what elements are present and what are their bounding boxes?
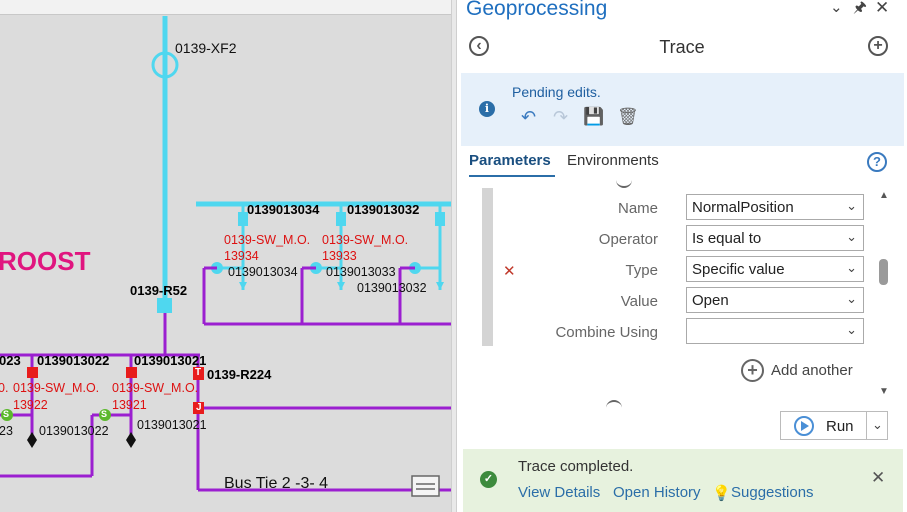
chevron-down-icon: ⌄ <box>846 291 857 306</box>
status-text: Trace completed. <box>518 458 634 475</box>
param-row-operator: Operator Is equal to ⌄ <box>482 225 880 253</box>
label-sw-21: 0139-SW_M.O. <box>112 381 199 395</box>
pane-title: Geoprocessing <box>466 0 608 20</box>
type-select[interactable]: Specific value ⌄ <box>686 256 864 282</box>
scroll-up-icon[interactable]: ▲ <box>879 190 889 201</box>
plus-icon: + <box>741 359 764 382</box>
run-button[interactable]: Run ⌄ <box>780 411 888 440</box>
label-xf2: 0139-XF2 <box>175 40 237 56</box>
label-fuse-34: 0139013034 <box>247 202 320 217</box>
tab-parameters[interactable]: Parameters <box>469 152 551 169</box>
value-select[interactable]: Open ⌄ <box>686 287 864 313</box>
play-icon <box>794 416 814 436</box>
save-edits-icon[interactable]: 💾 <box>583 107 604 127</box>
select-value: Open <box>692 292 729 309</box>
label-dev-33: 0139013033 <box>326 265 396 279</box>
geoprocessing-pane: Geoprocessing ⌄ 🖈 ✕ ‹ Trace + i Pending … <box>457 0 907 512</box>
chevron-down-icon: ⌄ <box>846 260 857 275</box>
lightbulb-icon: 💡 <box>712 485 731 502</box>
label-bot-22: 0139013022 <box>39 424 109 438</box>
collapse-arc-top <box>616 178 632 188</box>
label-bot-21: 0139013021 <box>137 418 207 432</box>
suggestions-link[interactable]: Suggestions <box>731 484 814 501</box>
run-divider <box>866 412 867 439</box>
param-label: Type <box>625 262 658 279</box>
label-fuse-32: 0139013032 <box>347 202 420 217</box>
label-bot-23: 23 <box>0 424 13 438</box>
label-sw-33: 0139-SW_M.O. <box>322 233 409 247</box>
param-label: Combine Using <box>555 324 658 341</box>
param-row-name: Name NormalPosition ⌄ <box>482 194 880 222</box>
combine-using-select[interactable]: ⌄ <box>686 318 864 344</box>
pending-edits-banner: i Pending edits. ↶ ↷ 💾 🗑 <box>461 73 904 146</box>
tool-header: ‹ Trace + <box>457 28 907 66</box>
label-top-22: 0139013022 <box>37 353 110 368</box>
label-dev-34: 0139013034 <box>228 265 298 279</box>
label-roost: ROOST <box>0 246 91 276</box>
select-value: Is equal to <box>692 230 762 247</box>
label-sw-33-num: 13933 <box>322 249 357 263</box>
tool-name: Trace <box>659 37 705 57</box>
chevron-down-icon[interactable]: ⌄ <box>830 0 843 16</box>
parameter-group: ✕ Name NormalPosition ⌄ Operator Is equal… <box>482 188 880 346</box>
chevron-down-icon: ⌄ <box>846 229 857 244</box>
param-label: Name <box>617 200 658 217</box>
status-banner: ✓ Trace completed. View Details Open His… <box>463 449 903 512</box>
label-sw-34: 0139-SW_M.O. <box>224 233 311 247</box>
label-top-23: 023 <box>0 353 21 368</box>
redo-icon[interactable]: ↷ <box>553 107 568 127</box>
param-row-type: Type Specific value ⌄ <box>482 256 880 284</box>
label-sw-34-num: 13934 <box>224 249 259 263</box>
label-top-21: 0139013021 <box>134 353 207 368</box>
param-label: Operator <box>598 231 658 248</box>
param-label: Value <box>620 293 658 310</box>
select-value: Specific value <box>692 261 785 278</box>
view-details-link[interactable]: View Details <box>518 484 600 501</box>
marker-t: T <box>195 367 202 378</box>
param-row-combine: Combine Using ⌄ <box>482 318 880 346</box>
marker-s-left: S <box>3 409 10 419</box>
label-r224: 0139-R224 <box>207 367 272 382</box>
label-bus-tie: Bus Tie 2 -3- 4 <box>224 475 329 492</box>
label-sw-22: 0139-SW_M.O. <box>13 381 100 395</box>
active-tab-indicator <box>469 175 555 177</box>
chevron-down-icon: ⌄ <box>846 198 857 213</box>
run-label: Run <box>826 418 854 435</box>
label-dev-32: 0139013032 <box>357 281 427 295</box>
chevron-down-icon: ⌄ <box>846 322 857 337</box>
scrollbar-thumb[interactable] <box>879 259 888 285</box>
discard-edits-icon[interactable]: 🗑 <box>617 107 639 127</box>
name-select[interactable]: NormalPosition ⌄ <box>686 194 864 220</box>
label-num-21: 13921 <box>112 398 147 412</box>
collapse-arc-bottom <box>606 400 622 410</box>
close-icon[interactable]: ✕ <box>871 468 885 488</box>
open-history-link[interactable]: Open History <box>613 484 701 501</box>
help-icon[interactable]: ? <box>867 152 887 172</box>
scroll-down-icon[interactable]: ▼ <box>879 386 889 397</box>
tab-environments[interactable]: Environments <box>567 152 659 169</box>
vertical-scrollbar[interactable]: ▲ ▼ <box>877 188 891 402</box>
tab-bar: Parameters Environments ? <box>457 152 907 178</box>
map-view[interactable]: 0139-XF2 0139-R52 ROOST 0139-R224 Bus Ti… <box>0 0 451 512</box>
pin-icon[interactable]: 🖈 <box>853 0 867 16</box>
pending-edits-text: Pending edits. <box>512 84 601 100</box>
operator-select[interactable]: Is equal to ⌄ <box>686 225 864 251</box>
check-icon: ✓ <box>480 471 497 488</box>
info-icon: i <box>479 101 495 117</box>
param-row-value: Value Open ⌄ <box>482 287 880 315</box>
label-r52: 0139-R52 <box>130 283 188 298</box>
close-icon[interactable]: ✕ <box>875 0 889 16</box>
marker-s-right: S <box>101 409 108 419</box>
add-another-label: Add another <box>771 362 853 379</box>
label-sw-left: 0. <box>0 381 9 395</box>
folder-icon <box>411 475 440 497</box>
add-tool-button[interactable]: + <box>868 36 888 56</box>
undo-icon[interactable]: ↶ <box>521 107 536 127</box>
marker-j: J <box>196 402 202 413</box>
label-num-22: 13922 <box>13 398 48 412</box>
run-options-chevron-icon[interactable]: ⌄ <box>872 417 883 433</box>
select-value: NormalPosition <box>692 199 794 216</box>
recloser-r52 <box>157 298 172 313</box>
